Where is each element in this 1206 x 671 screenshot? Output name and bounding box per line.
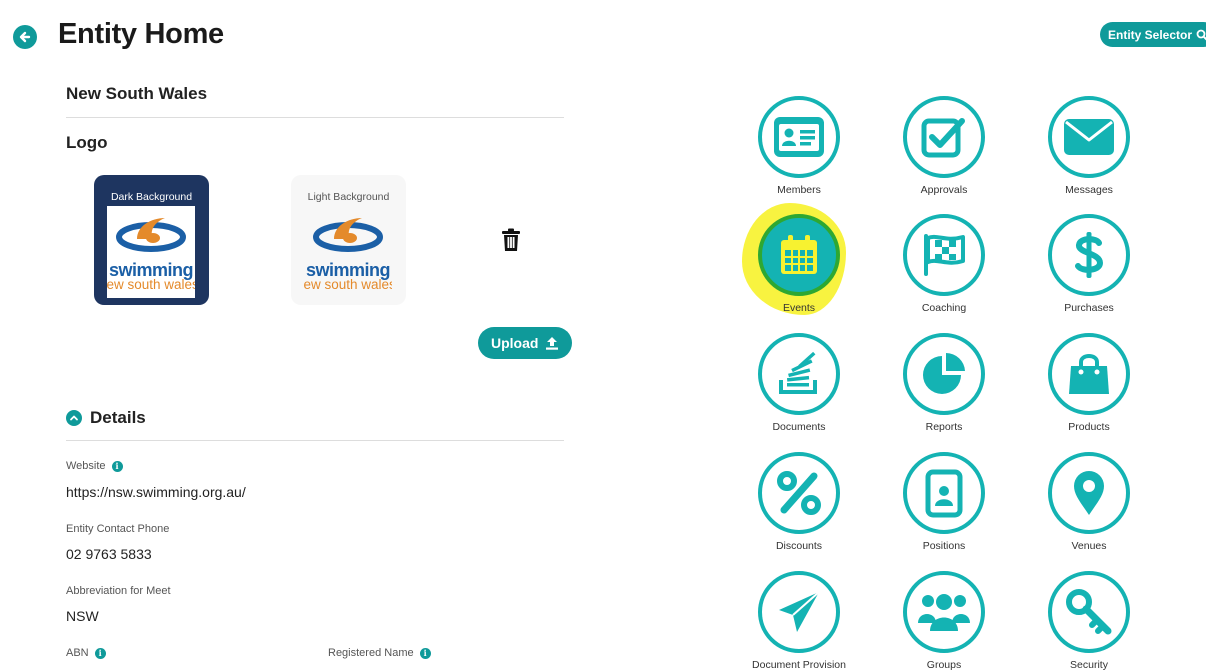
- divider: [66, 117, 564, 118]
- registered-name-label: Registered Name i: [328, 647, 431, 659]
- contact-phone-label: Entity Contact Phone: [66, 523, 170, 535]
- logo-heading: Logo: [66, 133, 108, 152]
- logo-wordmark-region: new south wales: [304, 277, 392, 292]
- percent-icon: [777, 471, 821, 515]
- entity-selector-button[interactable]: Entity Selector: [1100, 22, 1206, 47]
- tile-products[interactable]: Products: [1024, 333, 1154, 433]
- dollar-icon: [1075, 232, 1104, 278]
- tile-positions[interactable]: Positions: [879, 452, 1009, 552]
- info-icon[interactable]: i: [94, 647, 106, 659]
- dark-background-caption: Dark Background: [110, 191, 193, 203]
- website-value: https://nsw.swimming.org.au/: [66, 484, 246, 500]
- tile-label: Approvals: [920, 184, 968, 196]
- tile-security[interactable]: Security: [1024, 571, 1154, 671]
- search-icon: [1196, 29, 1206, 40]
- tile-label: Document Provision: [752, 659, 846, 671]
- tile-label: Messages: [1065, 184, 1113, 196]
- tile-reports[interactable]: Reports: [879, 333, 1009, 433]
- logo-swoosh-icon: [116, 218, 186, 252]
- tile-label: Products: [1068, 421, 1110, 433]
- tile-document-provision[interactable]: Document Provision: [734, 571, 864, 671]
- tile-label: Members: [777, 184, 821, 196]
- website-label: Website i: [66, 460, 123, 472]
- tile-label: Purchases: [1064, 302, 1114, 314]
- users-icon: [918, 594, 970, 631]
- tile-label: Security: [1070, 659, 1108, 671]
- checkbox-icon: [921, 118, 965, 158]
- tile-label: Venues: [1071, 540, 1107, 552]
- document-stack-icon: [779, 351, 817, 394]
- contact-phone-value: 02 9763 5833: [66, 546, 152, 562]
- divider: [66, 440, 564, 441]
- tile-label: Discounts: [775, 540, 823, 552]
- tile-messages[interactable]: Messages: [1024, 96, 1154, 196]
- upload-button[interactable]: Upload: [478, 327, 573, 359]
- meet-abbreviation-value: NSW: [66, 608, 99, 624]
- tile-purchases[interactable]: Purchases: [1024, 214, 1154, 314]
- swimming-nsw-logo: swimming new south wales: [304, 206, 392, 298]
- id-card-icon: [774, 117, 824, 157]
- tile-label: Groups: [926, 659, 962, 671]
- key-icon: [1066, 589, 1112, 635]
- back-button[interactable]: [13, 25, 37, 49]
- tile-label: Events: [782, 302, 816, 314]
- trash-icon: [502, 228, 520, 251]
- calendar-icon: [781, 235, 817, 274]
- id-badge-icon: [925, 469, 963, 518]
- entity-selector-label: Entity Selector: [1108, 27, 1193, 42]
- tile-label: Documents: [772, 421, 826, 433]
- meet-abbreviation-label: Abbreviation for Meet: [66, 585, 171, 597]
- tile-documents[interactable]: Documents: [734, 333, 864, 433]
- tile-label: Reports: [925, 421, 963, 433]
- tile-venues[interactable]: Venues: [1024, 452, 1154, 552]
- checkered-flag-icon: [924, 234, 965, 276]
- light-background-caption: Light Background: [307, 191, 390, 203]
- shopping-bag-icon: [1069, 354, 1109, 394]
- upload-icon: [546, 337, 559, 350]
- swimming-nsw-logo: swimming new south wales: [107, 206, 195, 298]
- abn-label: ABN i: [66, 647, 106, 659]
- envelope-icon: [1064, 119, 1114, 155]
- pie-chart-icon: [923, 352, 965, 394]
- light-background-logo-card: Light Background swimming new south wale…: [291, 175, 406, 305]
- logo-swoosh-icon: [313, 218, 383, 252]
- entity-name: New South Wales: [66, 84, 208, 103]
- upload-label: Upload: [491, 335, 539, 351]
- tile-discounts[interactable]: Discounts: [734, 452, 864, 552]
- dark-background-logo-card: Dark Background swimming new south wales: [94, 175, 209, 305]
- tile-approvals[interactable]: Approvals: [879, 96, 1009, 196]
- delete-logo-button[interactable]: [501, 228, 521, 252]
- tile-label: Coaching: [921, 302, 967, 314]
- details-heading: Details: [90, 408, 146, 427]
- tile-label: Positions: [922, 540, 966, 552]
- arrow-left-icon: [19, 31, 31, 43]
- logo-wordmark-region: new south wales: [107, 277, 195, 292]
- info-icon[interactable]: i: [111, 460, 123, 472]
- page-title: Entity Home: [58, 18, 224, 50]
- paper-plane-icon: [779, 591, 820, 632]
- tile-events[interactable]: Events: [734, 214, 864, 314]
- info-icon[interactable]: i: [419, 647, 431, 659]
- chevron-up-icon: [66, 410, 82, 426]
- tile-members[interactable]: Members: [734, 96, 864, 196]
- tile-groups[interactable]: Groups: [879, 571, 1009, 671]
- details-toggle[interactable]: Details: [66, 408, 146, 428]
- map-marker-icon: [1074, 471, 1104, 515]
- tile-coaching[interactable]: Coaching: [879, 214, 1009, 314]
